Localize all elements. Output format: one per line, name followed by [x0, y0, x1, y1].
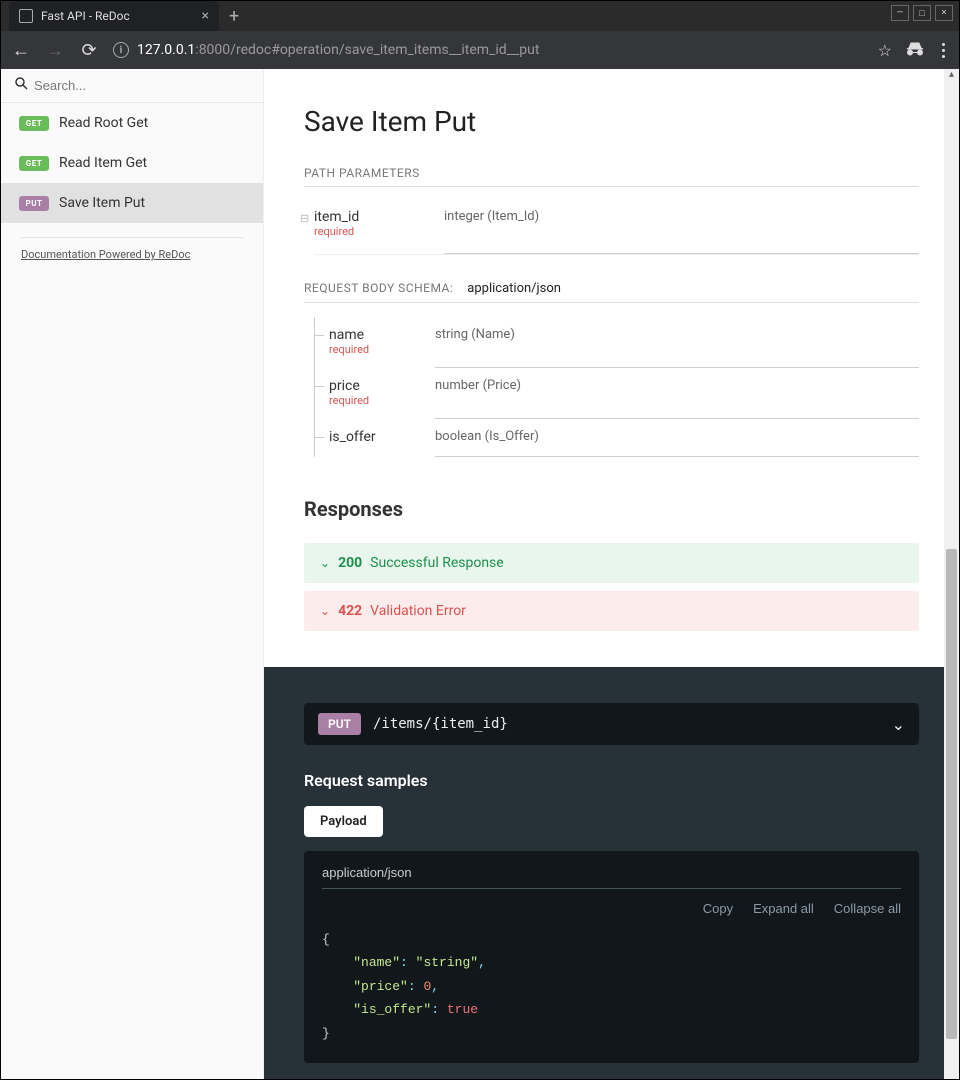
main-content: Save Item Put PATH PARAMETERS ⊟ item_id …: [264, 69, 959, 1079]
param-name: is_offer: [329, 429, 435, 445]
tree-arrow-icon: ⊟: [300, 212, 309, 225]
operation-title: Save Item Put: [304, 105, 919, 138]
param-required: required: [314, 225, 444, 238]
reload-button[interactable]: ⟳: [79, 40, 99, 61]
site-info-icon[interactable]: i: [113, 42, 129, 58]
response-code: 200: [338, 555, 362, 571]
param-type: number (Price): [435, 368, 919, 419]
response-text: Validation Error: [370, 603, 466, 619]
param-name: name: [329, 327, 435, 343]
param-name: item_id: [314, 209, 444, 225]
browser-toolbar: ← → ⟳ i 127.0.0.1:8000/redoc#operation/s…: [1, 31, 959, 69]
method-badge: PUT: [19, 196, 49, 211]
browser-tab[interactable]: Fast API - ReDoc ×: [9, 1, 219, 31]
sidebar-item-save-item[interactable]: PUT Save Item Put: [1, 183, 263, 223]
response-422[interactable]: ⌄ 422 Validation Error: [304, 591, 919, 631]
close-tab-icon[interactable]: ×: [202, 8, 209, 24]
tab-title: Fast API - ReDoc: [41, 9, 194, 23]
param-type: string (Name): [435, 317, 919, 368]
responses-title: Responses: [304, 497, 919, 521]
response-text: Successful Response: [370, 555, 504, 571]
sidebar-item-label: Read Root Get: [59, 115, 148, 131]
copy-button[interactable]: Copy: [703, 901, 733, 916]
bookmark-icon[interactable]: ☆: [878, 41, 892, 60]
endpoint-method: PUT: [318, 713, 361, 735]
response-200[interactable]: ⌄ 200 Successful Response: [304, 543, 919, 583]
maximize-button[interactable]: □: [913, 5, 931, 21]
param-row: ⊟ item_id required integer (Item_Id): [314, 201, 919, 255]
scrollbar[interactable]: ▴: [944, 69, 959, 1079]
back-button[interactable]: ←: [11, 40, 31, 61]
search-input[interactable]: [34, 78, 249, 93]
response-code: 422: [338, 603, 362, 619]
sidebar-item-label: Save Item Put: [59, 195, 145, 211]
sidebar-item-read-root[interactable]: GET Read Root Get: [1, 103, 263, 143]
address-bar[interactable]: i 127.0.0.1:8000/redoc#operation/save_it…: [113, 42, 864, 58]
body-param-row: price required number (Price): [315, 368, 919, 419]
content-type-label: application/json: [322, 865, 901, 889]
chevron-down-icon: ⌄: [320, 556, 330, 570]
json-line: "is_offer": true: [322, 998, 901, 1021]
body-param-row: is_offer boolean (Is_Offer): [315, 419, 919, 457]
body-param-row: name required string (Name): [315, 317, 919, 368]
param-name: price: [329, 378, 435, 394]
sidebar-item-read-item[interactable]: GET Read Item Get: [1, 143, 263, 183]
json-line: "price": 0,: [322, 975, 901, 998]
payload-tab[interactable]: Payload: [304, 806, 383, 837]
body-schema-type: application/json: [467, 281, 561, 296]
sidebar-footer-link[interactable]: Documentation Powered by ReDoc: [21, 237, 243, 261]
incognito-icon[interactable]: [906, 41, 924, 60]
search-box[interactable]: [1, 69, 263, 103]
endpoint-path: /items/{item_id}: [373, 716, 880, 732]
chevron-down-icon: ⌄: [892, 715, 905, 734]
menu-icon[interactable]: [938, 43, 949, 58]
sidebar: GET Read Root Get GET Read Item Get PUT …: [1, 69, 264, 1079]
param-required: required: [329, 394, 435, 407]
sidebar-item-label: Read Item Get: [59, 155, 147, 171]
url-text: 127.0.0.1:8000/redoc#operation/save_item…: [137, 42, 539, 58]
method-badge: GET: [19, 116, 49, 131]
samples-panel: PUT /items/{item_id} ⌄ Request samples P…: [264, 667, 959, 1079]
param-required: required: [329, 343, 435, 356]
scroll-thumb[interactable]: [946, 549, 957, 1039]
endpoint-box[interactable]: PUT /items/{item_id} ⌄: [304, 703, 919, 745]
param-type: integer (Item_Id): [444, 201, 919, 254]
search-icon: [15, 77, 28, 94]
forward-button[interactable]: →: [45, 40, 65, 61]
param-type: boolean (Is_Offer): [435, 419, 919, 457]
json-line: }: [322, 1022, 901, 1045]
expand-all-button[interactable]: Expand all: [753, 901, 814, 916]
chevron-down-icon: ⌄: [320, 604, 330, 618]
code-block: application/json Copy Expand all Collaps…: [304, 851, 919, 1063]
json-line: "name": "string",: [322, 951, 901, 974]
collapse-all-button[interactable]: Collapse all: [834, 901, 901, 916]
json-line: {: [322, 928, 901, 951]
samples-title: Request samples: [304, 771, 919, 790]
method-badge: GET: [19, 156, 49, 171]
new-tab-button[interactable]: +: [229, 6, 239, 27]
close-window-button[interactable]: ×: [935, 5, 953, 21]
page-icon: [19, 9, 33, 23]
window-titlebar: Fast API - ReDoc × + — □ ×: [1, 1, 959, 31]
body-schema-label: REQUEST BODY SCHEMA:: [304, 281, 453, 295]
minimize-button[interactable]: —: [891, 5, 909, 21]
path-params-label: PATH PARAMETERS: [304, 166, 919, 187]
